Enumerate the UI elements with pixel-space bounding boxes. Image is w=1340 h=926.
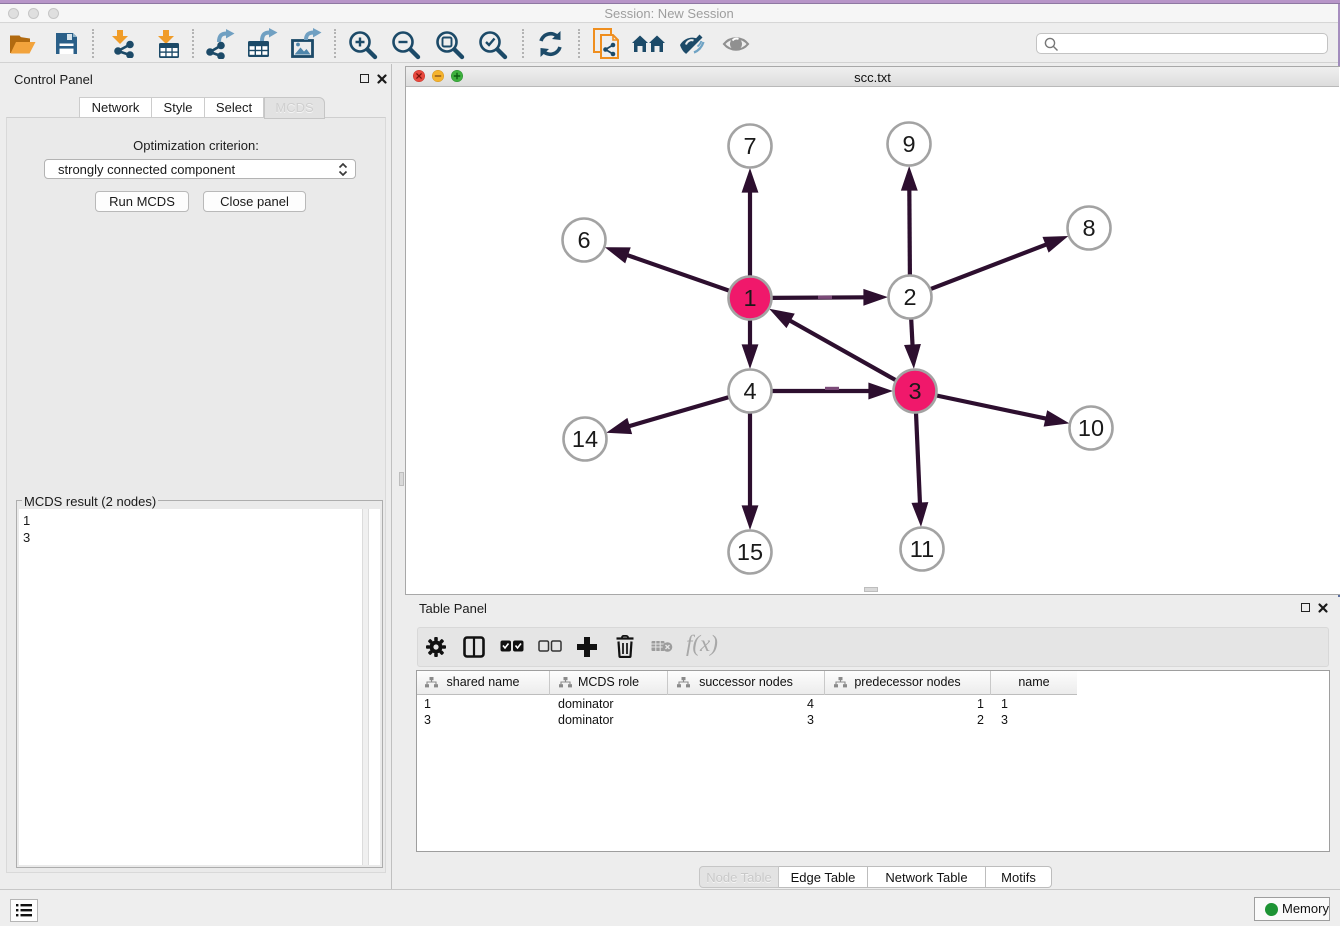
svg-text:4: 4 bbox=[743, 378, 756, 404]
svg-text:11: 11 bbox=[910, 536, 934, 562]
svg-text:9: 9 bbox=[902, 131, 915, 157]
svg-text:2: 2 bbox=[903, 284, 916, 310]
svg-text:8: 8 bbox=[1082, 215, 1095, 241]
svg-text:15: 15 bbox=[737, 539, 763, 565]
svg-text:3: 3 bbox=[908, 378, 921, 404]
svg-text:10: 10 bbox=[1078, 415, 1104, 441]
svg-text:6: 6 bbox=[577, 227, 590, 253]
svg-text:7: 7 bbox=[743, 133, 756, 159]
svg-text:1: 1 bbox=[743, 285, 756, 311]
svg-text:14: 14 bbox=[572, 426, 598, 452]
